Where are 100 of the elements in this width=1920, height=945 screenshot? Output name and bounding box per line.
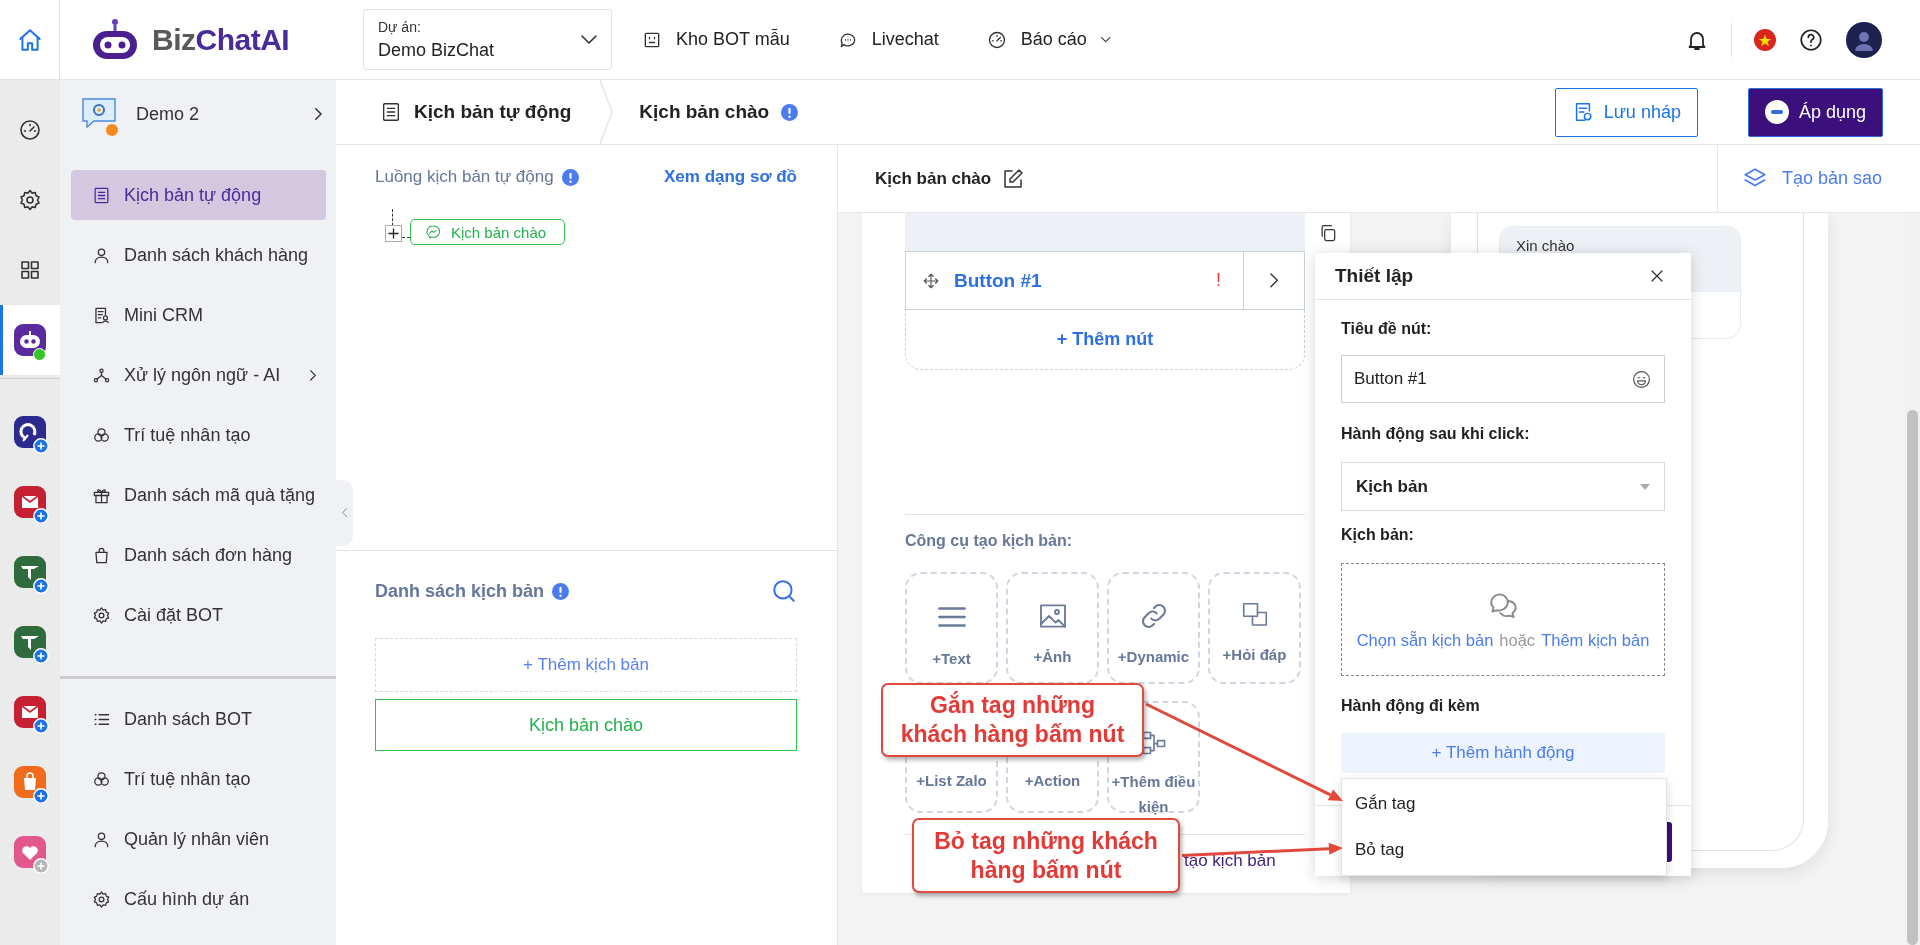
- project-select[interactable]: Dự án: Demo BizChat: [363, 9, 612, 70]
- menu-item[interactable]: Xử lý ngôn ngữ - AI: [71, 350, 326, 400]
- grid-icon: [18, 258, 42, 282]
- app-icon[interactable]: [14, 556, 46, 588]
- search-icon[interactable]: [771, 578, 797, 604]
- chevron-down-icon: [581, 35, 597, 44]
- nav-link[interactable]: Báo cáo: [1020, 29, 1087, 50]
- menu-label: Trí tuệ nhân tạo: [124, 424, 251, 446]
- or-text: hoặc: [1499, 631, 1536, 650]
- nav-link[interactable]: Livechat: [871, 29, 939, 50]
- menu-item[interactable]: Danh sách mã quà tặng: [71, 470, 326, 520]
- gear-icon: [18, 188, 42, 212]
- robot-app-icon: [14, 324, 46, 356]
- menu-label: Cài đặt BOT: [124, 604, 224, 626]
- menu-item[interactable]: Danh sách BOT: [71, 694, 326, 744]
- menu-item[interactable]: Trí tuệ nhân tạo: [71, 754, 326, 804]
- script-title: Kịch bản chào: [874, 168, 992, 189]
- menu-label: Cấu hình dự án: [124, 888, 250, 910]
- choose-script-link[interactable]: Chọn sẵn kịch bản: [1356, 631, 1494, 650]
- chevron-left-icon: [341, 508, 348, 518]
- message-text: Xin chào: [1516, 237, 1575, 254]
- menu-item[interactable]: Danh sách đơn hàng: [71, 530, 326, 580]
- menu-label: Quản lý nhân viên: [124, 828, 270, 850]
- menu-item[interactable]: Kịch bản tự động: [71, 170, 326, 220]
- menu-item[interactable]: Quản lý nhân viên: [71, 814, 326, 864]
- menu-option[interactable]: Gắn tag: [1342, 781, 1666, 827]
- menu-option[interactable]: Bỏ tag: [1342, 827, 1666, 873]
- document-icon: [92, 185, 111, 205]
- action-select[interactable]: Kịch bản: [1341, 462, 1665, 511]
- expand-icon[interactable]: [385, 225, 402, 242]
- edit-icon[interactable]: [1001, 166, 1026, 191]
- field-label: Tiêu đề nút:: [1341, 320, 1433, 338]
- button-row[interactable]: Button #1 !: [905, 251, 1305, 310]
- document-icon: [380, 101, 402, 123]
- robot-logo-icon: [90, 17, 140, 62]
- add-script-link[interactable]: Thêm kịch bản: [1541, 631, 1650, 650]
- project-name: Demo 2: [136, 103, 200, 125]
- menu-label: Xử lý ngôn ngữ - AI: [124, 364, 281, 386]
- menu-label: Mini CRM: [124, 304, 203, 326]
- title-field[interactable]: Button #1: [1341, 355, 1665, 403]
- callout-tooltip: Bỏ tag những khách hàng bấm nút: [912, 818, 1180, 893]
- home-button[interactable]: [0, 0, 60, 80]
- warning-mark: !: [1216, 270, 1221, 291]
- create-script-link[interactable]: tạo kịch bản: [1184, 851, 1305, 871]
- callout-tooltip: Gắn tag những khách hàng bấm nút: [881, 683, 1144, 757]
- move-icon: [922, 271, 940, 290]
- add-button-link[interactable]: + Thêm nút: [905, 310, 1305, 370]
- gear-icon: [92, 889, 111, 909]
- bag-icon: [92, 545, 111, 565]
- document-person-icon: [92, 305, 111, 325]
- home-icon: [16, 26, 43, 53]
- button-label: Button #1: [954, 269, 1042, 292]
- knot-icon: [92, 769, 111, 789]
- menu-label: Trí tuệ nhân tạo: [124, 768, 251, 790]
- caret-down-icon: [1640, 483, 1650, 490]
- app-icon[interactable]: [14, 696, 46, 728]
- add-action-button[interactable]: + Thêm hành động: [1341, 733, 1665, 773]
- gauge-icon: [18, 118, 42, 142]
- section-title: Danh sách kịch bản: [375, 580, 545, 602]
- nav-link[interactable]: Kho BOT mẫu: [676, 29, 790, 50]
- info-icon: [552, 582, 570, 600]
- info-icon: [561, 168, 579, 186]
- menu-item[interactable]: Mini CRM: [71, 290, 326, 340]
- app-icon[interactable]: [14, 486, 46, 518]
- connector-line: [402, 237, 410, 238]
- status-dot: [106, 124, 118, 136]
- breadcrumb-link[interactable]: Kịch bản tự động: [414, 101, 572, 123]
- menu-label: Danh sách khách hàng: [124, 244, 309, 266]
- breadcrumb-link[interactable]: Kịch bản chào: [639, 101, 770, 123]
- help-icon[interactable]: [1798, 26, 1824, 53]
- logo-text: BizChatAI: [152, 22, 290, 57]
- menu-item[interactable]: Danh sách khách hàng: [71, 230, 326, 280]
- save-draft-button[interactable]: Lưu nháp: [1554, 87, 1698, 137]
- menu-item[interactable]: Cấu hình dự án: [71, 874, 326, 924]
- menu-item[interactable]: Cài đặt BOT: [71, 590, 326, 640]
- tool-tile[interactable]: +Hỏi đáp: [1208, 572, 1301, 684]
- menu-label: Danh sách mã quà tặng: [124, 484, 316, 506]
- menu-item[interactable]: Trí tuệ nhân tạo: [71, 410, 326, 460]
- clone-button[interactable]: Tạo bản sao: [1716, 145, 1920, 212]
- apply-button[interactable]: Áp dụng: [1747, 87, 1883, 137]
- app-icon[interactable]: [14, 416, 46, 448]
- messenger-icon: [425, 224, 441, 240]
- diagram-link[interactable]: Xem dạng sơ đồ: [664, 167, 797, 187]
- avatar-icon[interactable]: [1846, 21, 1882, 58]
- add-script-button[interactable]: + Thêm kịch bản: [375, 638, 797, 692]
- knot-icon: [92, 425, 111, 445]
- collapse-handle[interactable]: [336, 480, 353, 546]
- gauge-icon: [986, 29, 1007, 50]
- field-label: Kịch bản:: [1341, 526, 1415, 544]
- app-icon[interactable]: [14, 626, 46, 658]
- field-label: Hành động đi kèm: [1341, 697, 1481, 715]
- section-title: Luồng kịch bản tự động: [375, 167, 554, 187]
- gear-icon: [92, 605, 111, 625]
- emoji-icon: [1631, 368, 1652, 390]
- panel-title: Thiết lập: [1335, 265, 1414, 287]
- flag-icon[interactable]: [1754, 28, 1776, 51]
- menu-label: Kịch bản tự động: [124, 184, 262, 206]
- menu-label: Danh sách đơn hàng: [124, 544, 292, 566]
- chevron-right-icon: [1269, 273, 1279, 288]
- project-switcher[interactable]: Demo 2: [60, 80, 336, 148]
